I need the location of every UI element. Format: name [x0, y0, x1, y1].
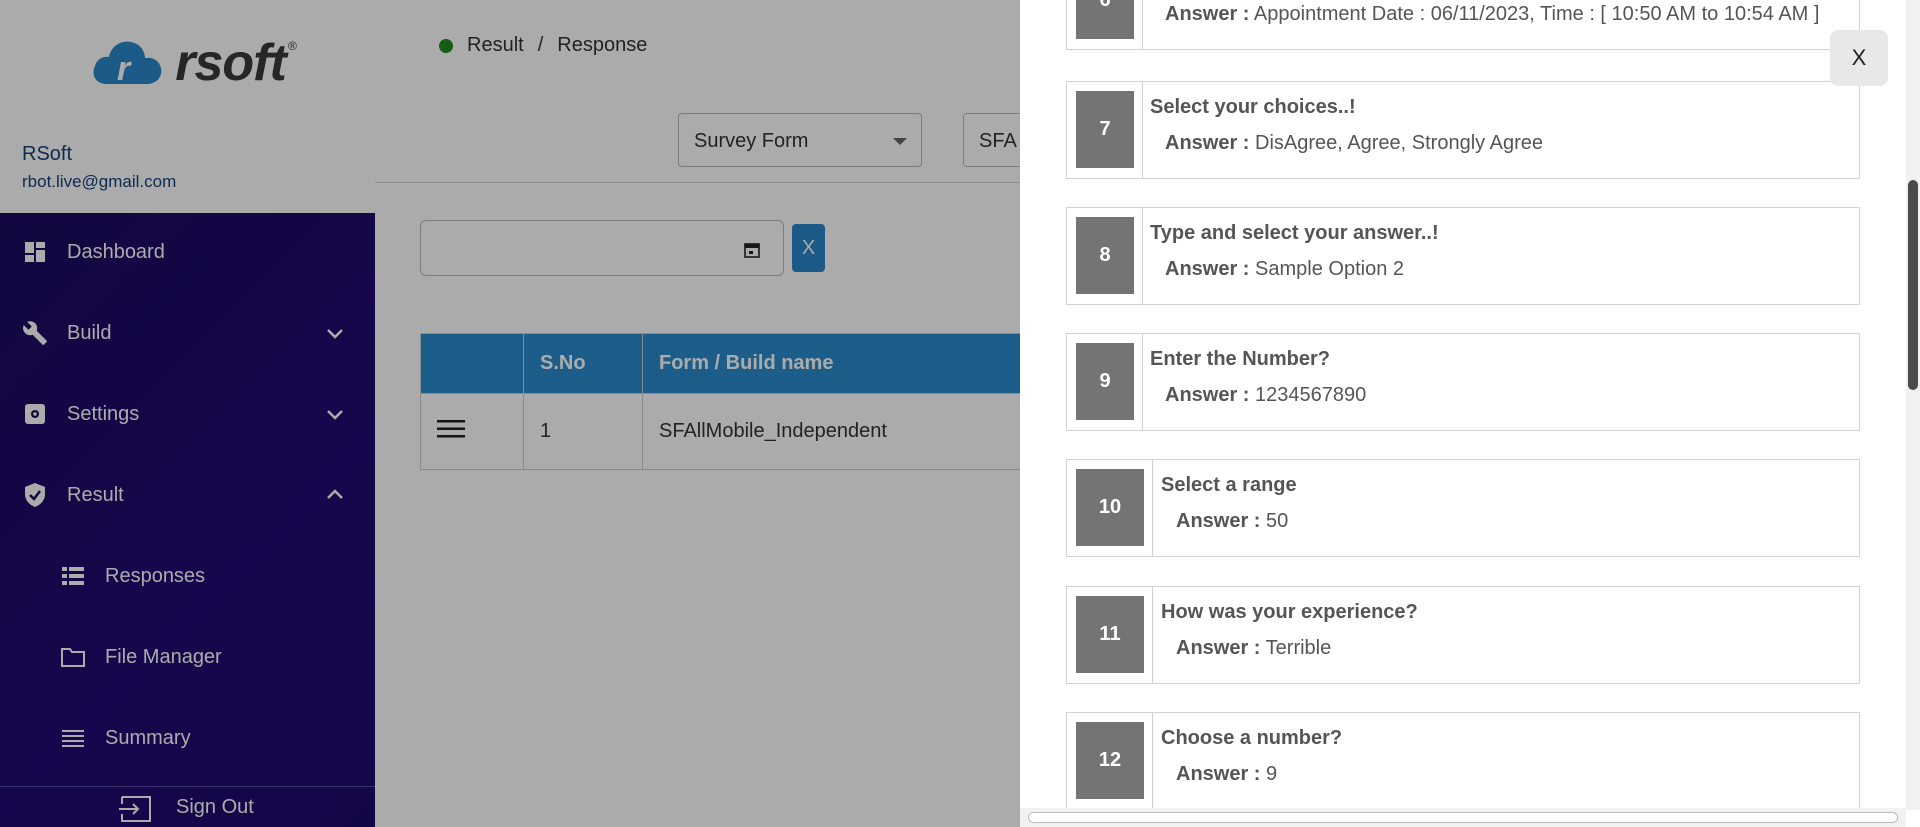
answer-value: Appointment Date : 06/11/2023, Time : [ …	[1253, 3, 1820, 25]
answer-text: Answer : 1234567890	[1165, 384, 1366, 407]
answer-text: Answer : 9	[1176, 763, 1277, 786]
answer-text: Answer : Sample Option 2	[1165, 258, 1404, 281]
answer-value: Sample Option 2	[1255, 258, 1405, 280]
answer-text: Answer : DisAgree, Agree, Strongly Agree	[1165, 132, 1543, 155]
answer-value: 1234567890	[1255, 384, 1367, 406]
scrollbar-thumb[interactable]	[1028, 812, 1898, 823]
answer-prefix: Answer :	[1165, 3, 1250, 25]
question-text: Select a range	[1161, 474, 1297, 496]
answer-prefix: Answer :	[1165, 132, 1250, 154]
question-card-12: 12 Choose a number? Answer : 9	[1066, 712, 1860, 810]
response-detail-panel: 6 Answer : Appointment Date : 06/11/2023…	[1020, 0, 1920, 827]
card-divider	[1142, 208, 1143, 304]
horizontal-scrollbar[interactable]	[1020, 808, 1906, 827]
answer-prefix: Answer :	[1176, 763, 1261, 785]
answer-value: 50	[1266, 510, 1289, 532]
question-text: Choose a number?	[1161, 727, 1343, 749]
question-text: How was your experience?	[1161, 601, 1418, 623]
answer-prefix: Answer :	[1165, 258, 1250, 280]
question-text: Enter the Number?	[1150, 348, 1331, 370]
answer-value: 9	[1266, 763, 1278, 785]
scrollbar-thumb[interactable]	[1908, 180, 1918, 390]
question-number-badge: 11	[1076, 596, 1144, 673]
question-text: Type and select your answer..!	[1150, 222, 1439, 244]
card-divider	[1152, 713, 1153, 809]
question-card-8: 8 Type and select your answer..! Answer …	[1066, 207, 1860, 305]
close-panel-button[interactable]: X	[1830, 30, 1888, 86]
question-number-badge: 7	[1076, 91, 1134, 168]
answer-text: Answer : 50	[1176, 510, 1288, 533]
card-divider	[1152, 460, 1153, 556]
question-number-badge: 6	[1076, 0, 1134, 39]
question-card-9: 9 Enter the Number? Answer : 1234567890	[1066, 333, 1860, 431]
answer-text: Answer : Appointment Date : 06/11/2023, …	[1165, 3, 1819, 26]
question-number-badge: 9	[1076, 343, 1134, 420]
answer-value: Terrible	[1265, 637, 1332, 659]
answer-prefix: Answer :	[1176, 510, 1261, 532]
question-number-badge: 12	[1076, 722, 1144, 799]
card-divider	[1142, 334, 1143, 430]
card-divider	[1142, 0, 1143, 49]
question-card-7: 7 Select your choices..! Answer : DisAgr…	[1066, 81, 1860, 179]
question-card-10: 10 Select a range Answer : 50	[1066, 459, 1860, 557]
question-number-badge: 8	[1076, 217, 1134, 294]
answer-value: DisAgree, Agree, Strongly Agree	[1255, 132, 1543, 154]
answer-text: Answer : Terrible	[1176, 637, 1331, 660]
answer-prefix: Answer :	[1165, 384, 1250, 406]
question-number-badge: 10	[1076, 469, 1144, 546]
question-text: Select your choices..!	[1150, 96, 1356, 118]
card-divider	[1152, 587, 1153, 683]
vertical-scrollbar[interactable]	[1906, 0, 1920, 810]
card-divider	[1142, 82, 1143, 178]
question-card-6: 6 Answer : Appointment Date : 06/11/2023…	[1066, 0, 1860, 50]
question-card-11: 11 How was your experience? Answer : Ter…	[1066, 586, 1860, 684]
answer-prefix: Answer :	[1176, 637, 1261, 659]
